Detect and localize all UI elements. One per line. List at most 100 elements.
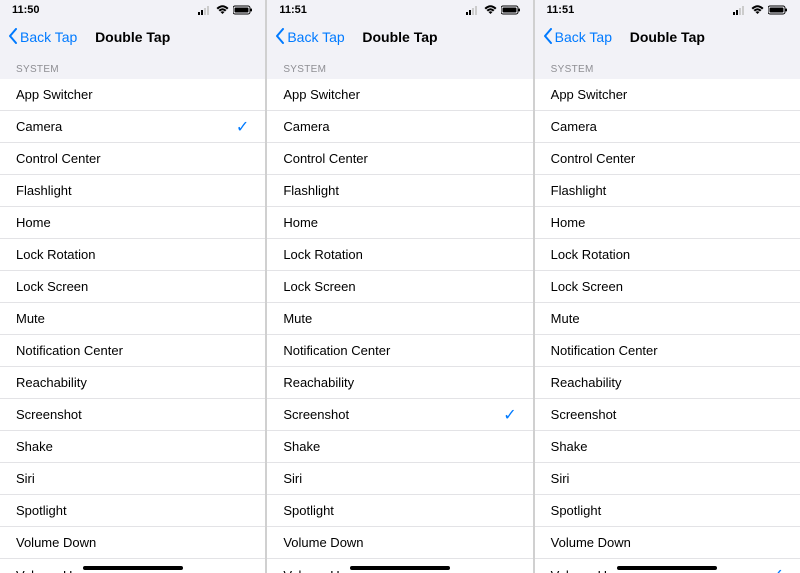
list-item[interactable]: Control Center bbox=[267, 143, 532, 175]
back-button[interactable]: Back Tap bbox=[543, 28, 612, 47]
list-item[interactable]: Lock Rotation bbox=[267, 239, 532, 271]
list-item-label: Volume Down bbox=[551, 535, 631, 550]
home-indicator[interactable] bbox=[617, 566, 717, 570]
list-item-label: Shake bbox=[551, 439, 588, 454]
list-item[interactable]: Mute bbox=[0, 303, 265, 335]
home-indicator[interactable] bbox=[350, 566, 450, 570]
list-item[interactable]: Shake bbox=[0, 431, 265, 463]
list-item-label: Screenshot bbox=[283, 407, 349, 422]
settings-list: App Switcher Camera✓ Control Center Flas… bbox=[0, 79, 265, 573]
list-item[interactable]: Control Center bbox=[0, 143, 265, 175]
back-button[interactable]: Back Tap bbox=[275, 28, 344, 47]
list-item[interactable]: Camera bbox=[267, 111, 532, 143]
list-item[interactable]: Spotlight bbox=[267, 495, 532, 527]
list-item[interactable]: Lock Screen bbox=[535, 271, 800, 303]
list-item[interactable]: Screenshot ✓ bbox=[267, 399, 532, 431]
list-item[interactable]: Mute bbox=[535, 303, 800, 335]
chevron-left-icon bbox=[8, 28, 18, 47]
list-item-label: Reachability bbox=[551, 375, 622, 390]
list-item[interactable]: Home bbox=[535, 207, 800, 239]
list-item[interactable]: Notification Center bbox=[0, 335, 265, 367]
list-item[interactable]: Reachability bbox=[267, 367, 532, 399]
battery-icon bbox=[501, 5, 521, 15]
list-item-label: Lock Screen bbox=[16, 279, 88, 294]
settings-list: App Switcher Camera Control Center Flash… bbox=[535, 79, 800, 573]
nav-bar: Back Tap Double Tap bbox=[267, 20, 532, 54]
list-item-label: Volume Down bbox=[283, 535, 363, 550]
back-label: Back Tap bbox=[287, 29, 344, 45]
wifi-icon bbox=[751, 5, 764, 15]
list-item[interactable]: Lock Rotation bbox=[0, 239, 265, 271]
list-item[interactable]: App Switcher bbox=[0, 79, 265, 111]
signal-icon bbox=[466, 5, 480, 15]
battery-icon bbox=[768, 5, 788, 15]
list-item[interactable]: Siri bbox=[535, 463, 800, 495]
list-item[interactable]: App Switcher bbox=[535, 79, 800, 111]
list-item[interactable]: Lock Rotation bbox=[535, 239, 800, 271]
phone-screen-1: 11:50 Back Tap Double Tap SYSTEM App Swi… bbox=[0, 0, 265, 573]
list-item[interactable]: App Switcher bbox=[267, 79, 532, 111]
list-item-label: Volume Up bbox=[283, 568, 347, 573]
list-item[interactable]: Home bbox=[267, 207, 532, 239]
list-item[interactable]: Volume Down bbox=[535, 527, 800, 559]
list-item-label: Volume Up bbox=[16, 568, 80, 573]
list-item-label: Notification Center bbox=[16, 343, 123, 358]
status-time: 11:50 bbox=[12, 4, 40, 16]
list-item[interactable]: Mute bbox=[267, 303, 532, 335]
list-item[interactable]: Spotlight bbox=[535, 495, 800, 527]
list-item-label: Lock Rotation bbox=[551, 247, 631, 262]
list-item[interactable]: Control Center bbox=[535, 143, 800, 175]
list-item[interactable]: Notification Center bbox=[535, 335, 800, 367]
list-item-label: Flashlight bbox=[283, 183, 339, 198]
page-title: Double Tap bbox=[630, 29, 705, 45]
list-item[interactable]: Siri bbox=[267, 463, 532, 495]
status-indicators bbox=[466, 5, 521, 15]
list-item-label: Mute bbox=[283, 311, 312, 326]
list-item[interactable]: Spotlight bbox=[0, 495, 265, 527]
back-button[interactable]: Back Tap bbox=[8, 28, 77, 47]
list-item[interactable]: Notification Center bbox=[267, 335, 532, 367]
section-header: SYSTEM bbox=[535, 54, 800, 79]
list-item[interactable]: Flashlight bbox=[535, 175, 800, 207]
settings-list: App Switcher Camera Control Center Flash… bbox=[267, 79, 532, 573]
list-item-label: Reachability bbox=[16, 375, 87, 390]
list-item[interactable]: Camera✓ bbox=[0, 111, 265, 143]
list-item[interactable]: Reachability bbox=[535, 367, 800, 399]
section-header: SYSTEM bbox=[0, 54, 265, 79]
list-item-label: Siri bbox=[283, 471, 302, 486]
list-item-label: Home bbox=[16, 215, 51, 230]
list-item[interactable]: Screenshot bbox=[535, 399, 800, 431]
phone-screen-3: 11:51 Back Tap Double Tap SYSTEM App Swi… bbox=[535, 0, 800, 573]
checkmark-icon: ✓ bbox=[503, 405, 516, 425]
list-item-label: Lock Rotation bbox=[16, 247, 96, 262]
list-item[interactable]: Shake bbox=[535, 431, 800, 463]
list-item-label: Spotlight bbox=[283, 503, 334, 518]
status-time: 11:51 bbox=[547, 4, 575, 16]
list-item[interactable]: Siri bbox=[0, 463, 265, 495]
list-item-label: Shake bbox=[283, 439, 320, 454]
list-item-label: Control Center bbox=[551, 151, 636, 166]
list-item[interactable]: Screenshot bbox=[0, 399, 265, 431]
status-indicators bbox=[733, 5, 788, 15]
page-title: Double Tap bbox=[95, 29, 170, 45]
home-indicator[interactable] bbox=[83, 566, 183, 570]
list-item[interactable]: Shake bbox=[267, 431, 532, 463]
list-item-label: Camera bbox=[283, 119, 329, 134]
list-item-label: Camera bbox=[16, 119, 62, 134]
list-item-label: App Switcher bbox=[283, 87, 360, 102]
list-item-label: App Switcher bbox=[551, 87, 628, 102]
list-item[interactable]: Lock Screen bbox=[0, 271, 265, 303]
list-item[interactable]: Home bbox=[0, 207, 265, 239]
list-item[interactable]: Flashlight bbox=[0, 175, 265, 207]
list-item[interactable]: Lock Screen bbox=[267, 271, 532, 303]
list-item[interactable]: Reachability bbox=[0, 367, 265, 399]
list-item[interactable]: Volume Down bbox=[267, 527, 532, 559]
list-item-label: Siri bbox=[551, 471, 570, 486]
list-item[interactable]: Flashlight bbox=[267, 175, 532, 207]
wifi-icon bbox=[484, 5, 497, 15]
list-item[interactable]: Camera bbox=[535, 111, 800, 143]
list-item[interactable]: Volume Down bbox=[0, 527, 265, 559]
list-item-label: Home bbox=[551, 215, 586, 230]
list-item-label: Notification Center bbox=[551, 343, 658, 358]
list-item-label: Volume Down bbox=[16, 535, 96, 550]
